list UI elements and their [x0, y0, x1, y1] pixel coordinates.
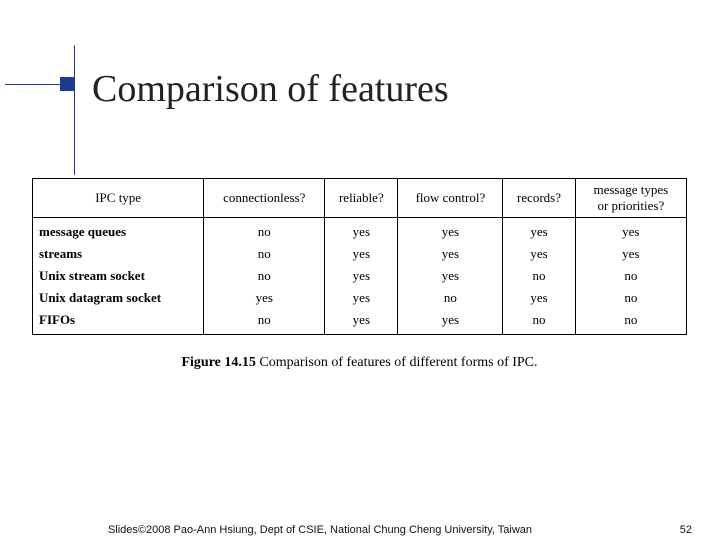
cell: no [204, 309, 325, 335]
th-ipc-type: IPC type [33, 179, 204, 218]
slide: Comparison of features IPC type connecti… [0, 0, 720, 540]
figure-caption: Figure 14.15 Comparison of features of d… [32, 355, 687, 371]
th-reliable: reliable? [325, 179, 398, 218]
cell: yes [503, 287, 575, 309]
cell: yes [325, 218, 398, 244]
cell: yes [325, 309, 398, 335]
table-row: Unix datagram socketyesyesnoyesno [33, 287, 687, 309]
table-area: IPC type connectionless? reliable? flow … [32, 178, 687, 371]
th-records: records? [503, 179, 575, 218]
caption-rest: Comparison of features of different form… [256, 355, 538, 370]
table-row: FIFOsnoyesyesnono [33, 309, 687, 335]
footer-text: Slides©2008 Pao-Ann Hsiung, Dept of CSIE… [0, 524, 640, 536]
cell: no [398, 287, 503, 309]
row-label: message queues [33, 218, 204, 244]
cell: yes [325, 265, 398, 287]
table-row: message queuesnoyesyesyesyes [33, 218, 687, 244]
cell: no [204, 265, 325, 287]
page-number: 52 [680, 524, 692, 536]
cell: no [575, 265, 686, 287]
accent-square-icon [60, 77, 74, 91]
cell: no [204, 243, 325, 265]
th-flow-control: flow control? [398, 179, 503, 218]
cell: no [503, 309, 575, 335]
table-row: streamsnoyesyesyesyes [33, 243, 687, 265]
th-msg-types: message typesor priorities? [575, 179, 686, 218]
cell: no [575, 287, 686, 309]
cell: yes [398, 265, 503, 287]
cell: yes [325, 287, 398, 309]
cell: yes [325, 243, 398, 265]
cell: no [503, 265, 575, 287]
feature-table: IPC type connectionless? reliable? flow … [32, 178, 687, 335]
table-row: Unix stream socketnoyesyesnono [33, 265, 687, 287]
cell: no [575, 309, 686, 335]
row-label: streams [33, 243, 204, 265]
table-header-row: IPC type connectionless? reliable? flow … [33, 179, 687, 218]
caption-prefix: Figure 14.15 [181, 355, 255, 370]
cell: yes [575, 218, 686, 244]
cell: yes [503, 243, 575, 265]
cell: yes [398, 243, 503, 265]
cell: yes [398, 309, 503, 335]
row-label: FIFOs [33, 309, 204, 335]
cell: yes [503, 218, 575, 244]
accent-line-vertical [74, 45, 75, 175]
cell: yes [575, 243, 686, 265]
cell: yes [204, 287, 325, 309]
title-block: Comparison of features [60, 70, 449, 108]
row-label: Unix stream socket [33, 265, 204, 287]
cell: no [204, 218, 325, 244]
th-connectionless: connectionless? [204, 179, 325, 218]
row-label: Unix datagram socket [33, 287, 204, 309]
cell: yes [398, 218, 503, 244]
slide-title: Comparison of features [92, 70, 449, 108]
